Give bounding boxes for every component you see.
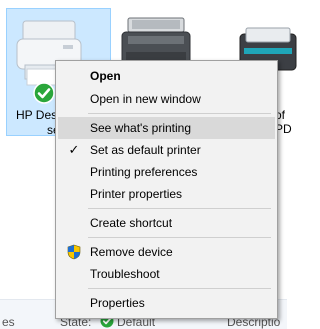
menu-item-see-whats-printing[interactable]: See what's printing (58, 117, 275, 139)
menu-item-label: Troubleshoot (90, 267, 160, 281)
menu-item-label: Printer properties (90, 187, 183, 201)
menu-item-properties[interactable]: Properties (58, 292, 275, 314)
menu-item-open-new-window[interactable]: Open in new window (58, 88, 275, 110)
menu-item-create-shortcut[interactable]: Create shortcut (58, 212, 275, 234)
menu-item-label: Open (90, 69, 121, 83)
menu-item-printing-preferences[interactable]: Printing preferences (58, 161, 275, 183)
menu-item-label: Printing preferences (90, 165, 198, 179)
menu-item-label: Create shortcut (90, 216, 173, 230)
details-left-fragment: es (2, 315, 15, 329)
context-menu: Open Open in new window See what's print… (55, 60, 278, 319)
device-label-line1: HP Des (16, 108, 58, 122)
menu-item-label: Remove device (90, 245, 173, 259)
menu-item-set-default-printer[interactable]: ✓ Set as default printer (58, 139, 275, 161)
checkmark-icon: ✓ (68, 142, 80, 157)
menu-separator (88, 237, 271, 238)
menu-item-label: Set as default printer (90, 143, 201, 157)
menu-item-troubleshoot[interactable]: Troubleshoot (58, 263, 275, 285)
menu-separator (88, 208, 271, 209)
menu-item-label: Properties (90, 296, 145, 310)
menu-item-printer-properties[interactable]: Printer properties (58, 183, 275, 205)
menu-item-open[interactable]: Open (58, 65, 275, 87)
uac-shield-icon (67, 244, 81, 260)
menu-item-label: Open in new window (90, 92, 201, 106)
menu-separator (88, 113, 271, 114)
menu-separator (88, 288, 271, 289)
green-checkmark-icon (33, 82, 55, 104)
menu-item-label: See what's printing (90, 121, 192, 135)
menu-item-remove-device[interactable]: Remove device (58, 241, 275, 263)
